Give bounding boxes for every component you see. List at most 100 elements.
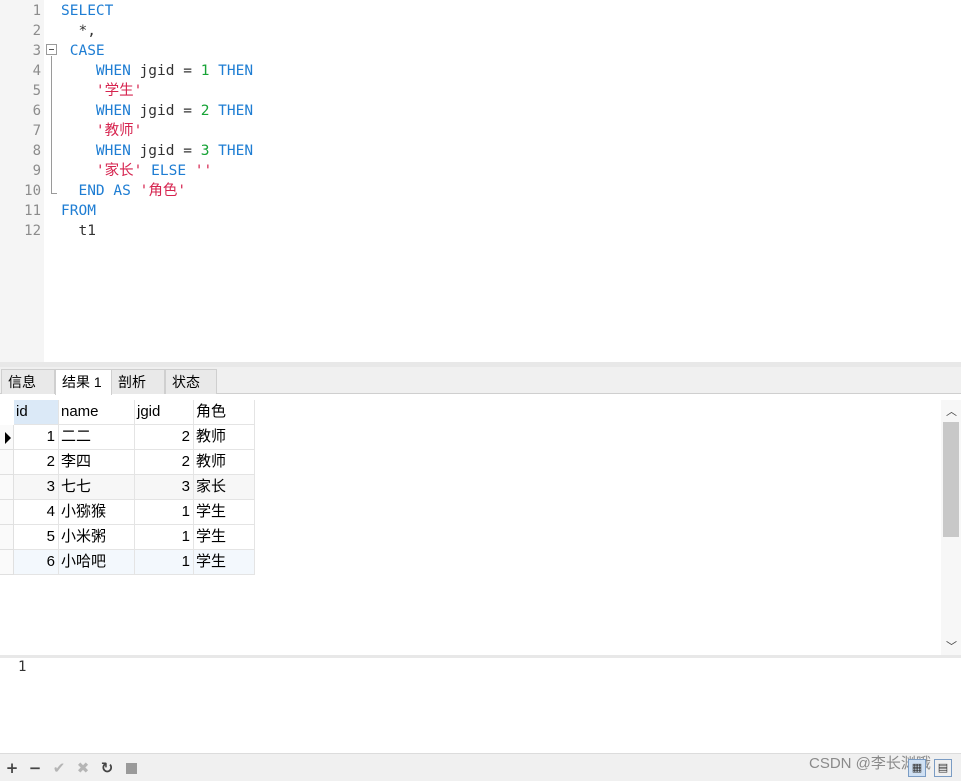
column-header-id[interactable]: id (14, 400, 59, 425)
code-token-kw: ELSE (151, 163, 187, 179)
row-indicator[interactable] (0, 500, 14, 525)
current-row-arrow-icon (5, 432, 11, 444)
table-cell[interactable]: 6 (14, 550, 59, 575)
fold-collapse-icon[interactable] (46, 44, 57, 55)
table-cell[interactable]: 1 (135, 550, 194, 575)
result-grid[interactable]: id name jgid 角色 1 二二 2 教师 2 李四 2 教师 3 七七… (0, 395, 961, 655)
code-line[interactable]: *, (61, 21, 95, 41)
form-view-button[interactable]: ▤ (934, 759, 952, 777)
column-header-name[interactable]: name (59, 400, 135, 425)
column-header-jgid[interactable]: jgid (135, 400, 194, 425)
code-token-kw: SELECT (61, 3, 114, 19)
table-cell[interactable]: 小哈吧 (59, 550, 135, 575)
table-cell[interactable]: 3 (135, 475, 194, 500)
discard-changes-button[interactable]: ✖ (74, 758, 92, 778)
code-token-kw: WHEN (95, 143, 131, 159)
table-cell[interactable]: 李四 (59, 450, 135, 475)
code-line[interactable]: '学生' (61, 81, 142, 101)
table-cell[interactable]: 1 (135, 525, 194, 550)
tab-result-1[interactable]: 结果 1 (55, 369, 112, 395)
line-number: 4 (32, 63, 41, 79)
code-line[interactable]: FROM (61, 201, 96, 221)
table-cell[interactable]: 七七 (59, 475, 135, 500)
line-number: 10 (24, 183, 41, 199)
line-number: 9 (32, 163, 41, 179)
code-token-str: '' (194, 163, 213, 179)
row-indicator[interactable] (0, 550, 14, 575)
table-cell[interactable]: 学生 (194, 525, 255, 550)
code-line[interactable]: WHEN jgid = 2 THEN (61, 101, 253, 121)
code-line[interactable]: WHEN jgid = 3 THEN (61, 141, 253, 161)
code-token-str: '学生' (95, 83, 143, 99)
table-cell[interactable]: 1 (14, 425, 59, 450)
table-cell[interactable]: 4 (14, 500, 59, 525)
delete-record-button[interactable]: − (26, 758, 44, 778)
fold-guide-end (51, 193, 57, 194)
table-cell[interactable]: 3 (14, 475, 59, 500)
tab-profile[interactable]: 剖析 (111, 369, 165, 394)
scroll-down-icon[interactable]: ﹀ (946, 638, 957, 654)
code-token: jgid = (130, 103, 201, 119)
code-token-kw: THEN (218, 103, 254, 119)
table-cell[interactable]: 教师 (194, 425, 255, 450)
code-token: t1 (61, 223, 96, 239)
table-cell[interactable]: 小猕猴 (59, 500, 135, 525)
code-line[interactable]: END AS '角色' (61, 181, 186, 201)
code-token-str: '角色' (139, 183, 187, 199)
code-line[interactable]: SELECT (61, 1, 113, 21)
row-indicator[interactable] (0, 475, 14, 500)
scroll-up-icon[interactable]: ︿ (946, 403, 957, 419)
stop-icon[interactable] (126, 763, 137, 774)
line-number: 8 (32, 143, 41, 159)
add-record-button[interactable]: + (3, 758, 21, 778)
grid-view-button[interactable]: ▦ (908, 759, 926, 777)
table-cell[interactable]: 二二 (59, 425, 135, 450)
apply-changes-button[interactable]: ✔ (50, 758, 68, 778)
result-tabs: 信息 结果 1 剖析 状态 (0, 367, 961, 395)
code-line[interactable]: WHEN jgid = 1 THEN (61, 61, 253, 81)
row-indicator[interactable] (0, 525, 14, 550)
sql-editor[interactable]: 1 2 3 4 5 6 7 8 9 10 11 12 SELECT *, CAS… (0, 0, 961, 362)
table-cell[interactable]: 2 (135, 425, 194, 450)
table-cell[interactable]: 2 (135, 450, 194, 475)
table-cell[interactable]: 1 (135, 500, 194, 525)
row-indicator[interactable] (0, 425, 14, 450)
refresh-button[interactable]: ↻ (98, 758, 116, 778)
code-line[interactable]: t1 (61, 221, 96, 241)
code-token-kw: THEN (218, 143, 254, 159)
line-number: 12 (24, 223, 41, 239)
code-token: jgid = (130, 143, 201, 159)
tab-info[interactable]: 信息 (1, 369, 55, 394)
table-cell[interactable]: 学生 (194, 500, 255, 525)
grid-toolbar: + − ✔ ✖ ↻ CSDN @李长渊哦 ▦ ▤ (0, 753, 961, 781)
table-cell[interactable]: 学生 (194, 550, 255, 575)
line-number-gutter: 1 2 3 4 5 6 7 8 9 10 11 12 (0, 0, 44, 362)
code-token-str: '家长' (95, 163, 143, 179)
code-line[interactable]: CASE (61, 41, 105, 61)
output-pane: 1 (0, 658, 961, 753)
table-cell[interactable]: 2 (14, 450, 59, 475)
code-line[interactable]: '家长' ELSE '' (61, 161, 212, 181)
line-number: 11 (24, 203, 41, 219)
column-header-role[interactable]: 角色 (194, 400, 255, 425)
table-cell[interactable]: 小米粥 (59, 525, 135, 550)
row-indicator[interactable] (0, 450, 14, 475)
fold-guide (51, 56, 52, 194)
table-cell[interactable]: 家长 (194, 475, 255, 500)
code-line[interactable]: '教师' (61, 121, 142, 141)
tab-status[interactable]: 状态 (165, 369, 217, 394)
line-number: 7 (32, 123, 41, 139)
table-cell[interactable]: 5 (14, 525, 59, 550)
vertical-scrollbar[interactable]: ︿ ﹀ (941, 400, 961, 655)
table-cell[interactable]: 教师 (194, 450, 255, 475)
scrollbar-thumb[interactable] (943, 422, 959, 537)
